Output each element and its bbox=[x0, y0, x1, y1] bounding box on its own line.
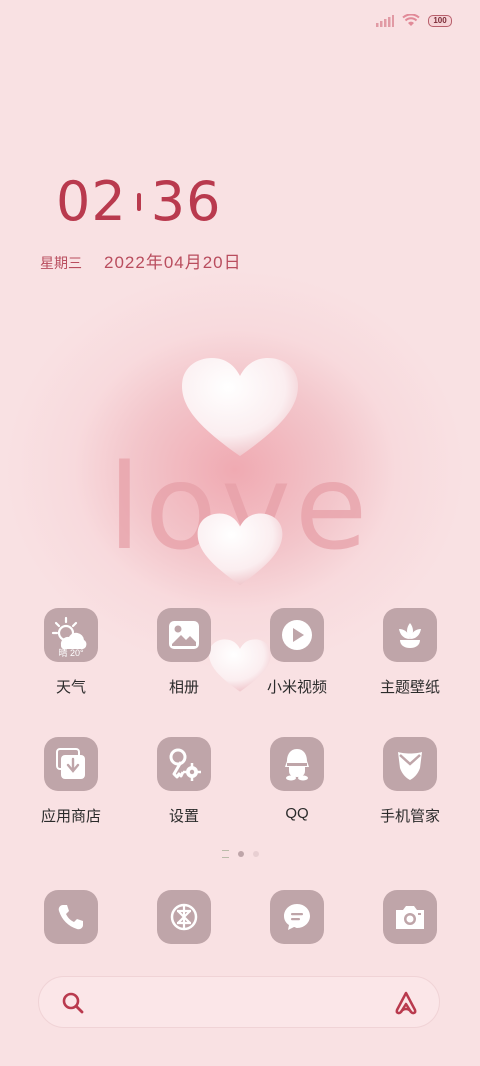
app-gallery[interactable]: 相册 bbox=[128, 608, 240, 697]
clock-minute: 36 bbox=[150, 170, 222, 233]
app-label: 手机管家 bbox=[379, 808, 440, 825]
app-security[interactable]: 手机管家 bbox=[354, 737, 466, 826]
app-label: 相册 bbox=[168, 679, 199, 696]
dock-phone[interactable] bbox=[44, 890, 98, 944]
gallery-icon bbox=[157, 608, 211, 662]
page-indicator-current bbox=[237, 851, 244, 857]
page-indicator[interactable] bbox=[0, 850, 480, 858]
page-indicator-list bbox=[221, 850, 229, 858]
app-label: QQ bbox=[285, 805, 309, 822]
clock-hour: 02 bbox=[56, 170, 127, 233]
app-themes[interactable]: 主题壁纸 bbox=[354, 608, 466, 697]
app-weather[interactable]: 晴 20° 天气 bbox=[15, 608, 127, 697]
browser-icon bbox=[157, 890, 211, 944]
dock-browser[interactable] bbox=[157, 890, 211, 944]
signal-icon bbox=[376, 14, 394, 27]
app-label: 天气 bbox=[55, 679, 86, 696]
assistant-icon[interactable] bbox=[393, 990, 419, 1016]
weekday: 星期三 bbox=[40, 255, 82, 271]
dock-messages[interactable] bbox=[270, 890, 324, 944]
app-settings[interactable]: 设置 bbox=[128, 737, 240, 826]
messages-icon bbox=[270, 890, 324, 944]
video-icon bbox=[270, 608, 324, 662]
search-icon bbox=[62, 992, 84, 1014]
date: 2022年04月20日 bbox=[104, 253, 242, 272]
app-video[interactable]: 小米视频 bbox=[241, 608, 353, 697]
app-qq[interactable]: QQ bbox=[241, 737, 353, 822]
battery-icon: 100 bbox=[428, 14, 452, 27]
app-label: 主题壁纸 bbox=[379, 679, 440, 696]
clock-separator bbox=[136, 192, 141, 211]
weather-icon: 晴 20° bbox=[44, 608, 98, 662]
app-label: 设置 bbox=[168, 808, 199, 825]
settings-icon bbox=[157, 737, 211, 791]
app-store[interactable]: 应用商店 bbox=[15, 737, 127, 826]
wallpaper-heart-medium bbox=[197, 513, 283, 586]
wallpaper-heart-large bbox=[182, 358, 298, 456]
page-indicator-dot bbox=[252, 851, 259, 857]
camera-icon bbox=[383, 890, 437, 944]
status-bar: 100 bbox=[376, 14, 452, 27]
wifi-icon bbox=[402, 14, 420, 26]
search-bar[interactable] bbox=[38, 976, 440, 1028]
app-label: 应用商店 bbox=[40, 808, 101, 825]
app-label: 小米视频 bbox=[266, 679, 327, 696]
date-line: 星期三 2022年04月20日 bbox=[40, 248, 242, 273]
phone-icon bbox=[44, 890, 98, 944]
theme-icon bbox=[383, 608, 437, 662]
qq-icon bbox=[270, 737, 324, 791]
weather-temp: 晴 20° bbox=[58, 648, 84, 658]
dock-camera[interactable] bbox=[383, 890, 437, 944]
app-store-icon bbox=[44, 737, 98, 791]
security-icon bbox=[383, 737, 437, 791]
lockscreen-clock[interactable]: 02 36 bbox=[56, 170, 221, 233]
